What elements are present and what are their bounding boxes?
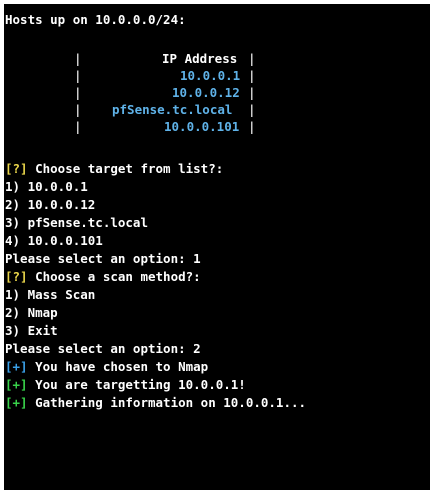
target-prompt: [?] Choose target from list?:: [5, 160, 223, 177]
table-left-border: |: [74, 68, 82, 83]
terminal-window: Hosts up on 10.0.0.0/24: | | | | | IP Ad…: [4, 4, 430, 490]
scan-option: 1) Mass Scan: [5, 287, 96, 302]
table-row: pfSense.tc.local: [112, 102, 233, 117]
table-right-border: |: [248, 68, 256, 83]
target-option: 3) pfSense.tc.local: [5, 215, 148, 230]
scan-prompt: [?] Choose a scan method?:: [5, 268, 201, 285]
question-marker: [?]: [5, 161, 28, 176]
target-selection: Please select an option: 1: [5, 251, 201, 266]
status-message-text: You have chosen to Nmap: [27, 359, 209, 374]
question-marker: [?]: [5, 269, 28, 284]
table-right-border: |: [248, 85, 256, 100]
target-option: 4) 10.0.0.101: [5, 233, 103, 248]
table-row: 10.0.0.101: [164, 119, 240, 134]
table-column-header: IP Address: [162, 51, 238, 66]
table-left-border: |: [74, 119, 82, 134]
status-message: [+] Gathering information on 10.0.0.1...: [5, 394, 306, 411]
table-row: 10.0.0.12: [172, 85, 240, 100]
table-left-border: |: [74, 51, 82, 66]
success-marker: [+]: [5, 395, 28, 410]
success-marker: [+]: [5, 377, 28, 392]
target-option: 1) 10.0.0.1: [5, 179, 88, 194]
scan-option: 2) Nmap: [5, 305, 58, 320]
info-marker: [+]: [5, 359, 28, 374]
table-right-border: |: [248, 119, 256, 134]
target-option: 2) 10.0.0.12: [5, 197, 96, 212]
status-message: [+] You are targetting 10.0.0.1!: [5, 376, 246, 393]
status-message-text: Gathering information on 10.0.0.1...: [27, 395, 307, 410]
scan-prompt-text: Choose a scan method?:: [27, 269, 201, 284]
table-left-border: |: [74, 102, 82, 117]
scan-selection: Please select an option: 2: [5, 341, 201, 356]
table-right-border: |: [248, 51, 256, 66]
table-right-border: |: [248, 102, 256, 117]
status-message-text: You are targetting 10.0.0.1!: [27, 377, 246, 392]
scan-option: 3) Exit: [5, 323, 58, 338]
status-message: [+] You have chosen to Nmap: [5, 358, 208, 375]
table-left-border: |: [74, 85, 82, 100]
target-prompt-text: Choose target from list?:: [27, 161, 224, 176]
table-row: 10.0.0.1: [180, 68, 241, 83]
hosts-header: Hosts up on 10.0.0.0/24:: [5, 12, 186, 27]
